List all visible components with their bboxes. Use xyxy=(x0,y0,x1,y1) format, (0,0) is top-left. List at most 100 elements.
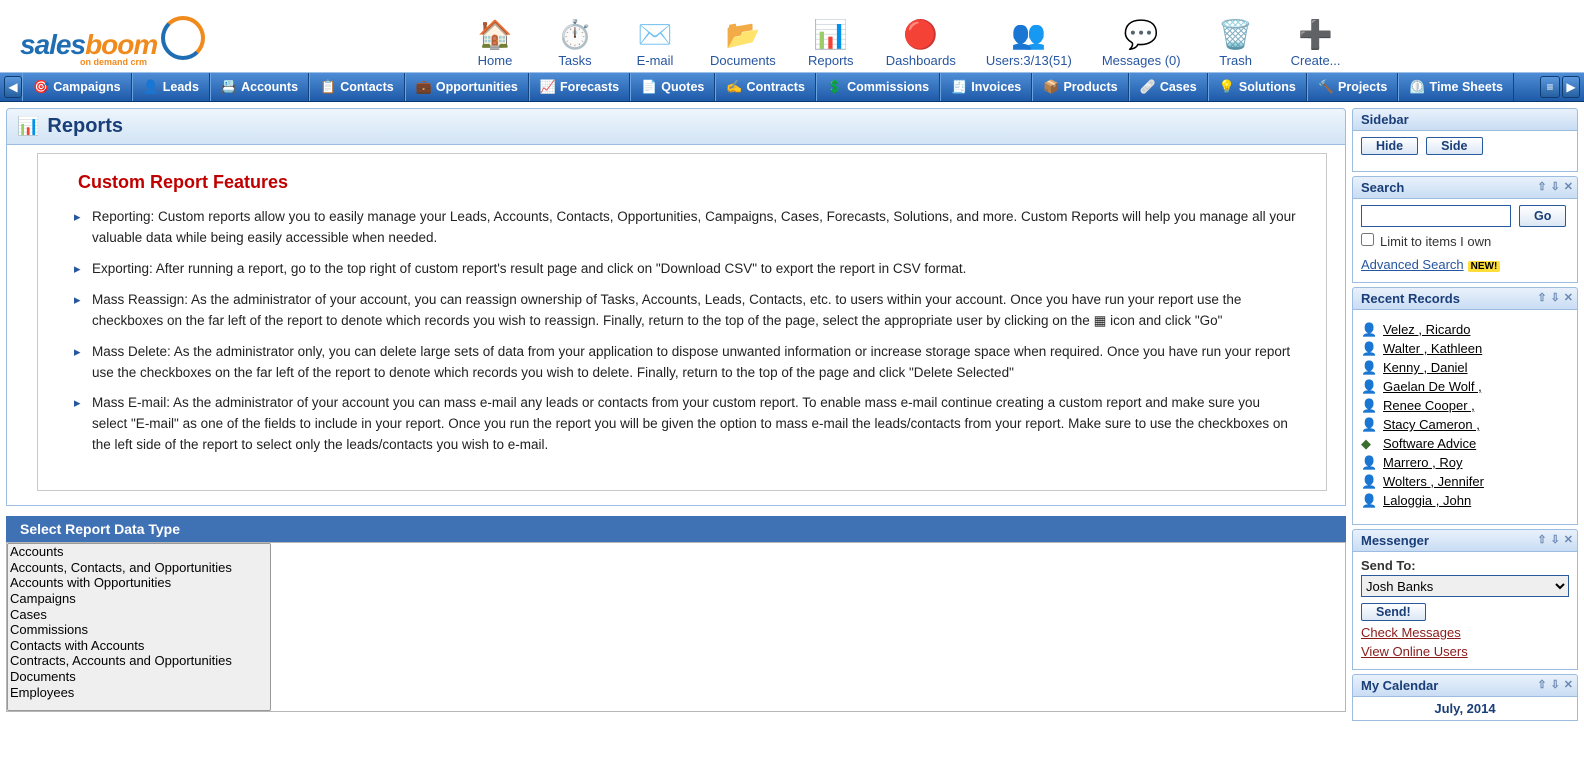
nav-solutions[interactable]: 💡 Solutions xyxy=(1208,73,1307,101)
nav-opportunities[interactable]: 💼Opportunities xyxy=(405,73,529,101)
top-icon-glyph: 🔴 xyxy=(886,19,956,51)
data-type-option[interactable]: Contracts, Accounts and Opportunities xyxy=(8,653,270,669)
nav-label: Solutions xyxy=(1239,80,1296,94)
widget-up-icon[interactable]: ⇧ xyxy=(1537,180,1546,193)
recent-record-link[interactable]: Wolters , Jennifer xyxy=(1383,474,1484,489)
top-icon-glyph: 📂 xyxy=(710,19,776,51)
nav-campaigns[interactable]: 🎯Campaigns xyxy=(22,73,132,101)
advanced-search-link[interactable]: Advanced Search xyxy=(1361,257,1464,272)
feature-item: Mass Delete: As the administrator only, … xyxy=(78,342,1298,384)
send-to-label: Send To: xyxy=(1361,558,1569,573)
nav-invoices[interactable]: 🧾Invoices xyxy=(940,73,1032,101)
top-icon-documents[interactable]: 📂Documents xyxy=(710,19,776,68)
recent-record-link[interactable]: Stacy Cameron , xyxy=(1383,417,1480,432)
nav-icon: 📇 xyxy=(221,79,237,95)
widget-pin-icon[interactable]: ⇩ xyxy=(1551,180,1560,193)
nav-scroll-right[interactable]: ▶ xyxy=(1562,76,1580,98)
nav-icon: 🎯 xyxy=(33,79,49,95)
data-type-option[interactable]: Accounts xyxy=(8,544,270,560)
top-icon-create-[interactable]: ➕Create... xyxy=(1291,19,1341,68)
top-icon-messages-0-[interactable]: 💬Messages (0) xyxy=(1102,19,1181,68)
nav-commissions[interactable]: 💲Commissions xyxy=(816,73,940,101)
recent-record-link[interactable]: Software Advice xyxy=(1383,436,1476,451)
top-icon-glyph: 🗑️ xyxy=(1211,19,1261,51)
widget-up-icon[interactable]: ⇧ xyxy=(1537,291,1546,304)
top-icon-dashboards[interactable]: 🔴Dashboards xyxy=(886,19,956,68)
top-icon-reports[interactable]: 📊Reports xyxy=(806,19,856,68)
data-type-option[interactable]: Employees xyxy=(8,685,270,701)
data-type-select[interactable]: AccountsAccounts, Contacts, and Opportun… xyxy=(7,543,271,711)
data-type-option[interactable]: Documents xyxy=(8,669,270,685)
recent-record-item: Walter , Kathleen xyxy=(1383,339,1569,358)
nav-icon: 🧾 xyxy=(951,79,967,95)
nav-projects[interactable]: 🔨Projects xyxy=(1307,73,1399,101)
nav-contacts[interactable]: 📋Contacts xyxy=(309,73,405,101)
search-go-button[interactable]: Go xyxy=(1519,205,1566,227)
nav-icon: 💲 xyxy=(827,79,843,95)
nav-forecasts[interactable]: 📈 Forecasts xyxy=(529,73,630,101)
nav-icon: 💡 xyxy=(1219,79,1235,95)
hide-sidebar-button[interactable]: Hide xyxy=(1361,137,1418,155)
recent-record-link[interactable]: Walter , Kathleen xyxy=(1383,341,1482,356)
recent-record-link[interactable]: Kenny , Daniel xyxy=(1383,360,1468,375)
nav-scroll-left[interactable]: ◀ xyxy=(4,76,22,98)
select-data-type-header: Select Report Data Type xyxy=(6,516,1346,542)
nav-time-sheets[interactable]: ⏲️Time Sheets xyxy=(1398,73,1514,101)
widget-close-icon[interactable]: ✕ xyxy=(1564,291,1573,304)
nav-icon: 💼 xyxy=(416,79,432,95)
top-icon-label: Create... xyxy=(1291,53,1341,68)
nav-quotes[interactable]: 📄Quotes xyxy=(630,73,715,101)
top-icon-label: Trash xyxy=(1211,53,1261,68)
nav-menu-icon[interactable]: ≡ xyxy=(1540,76,1560,98)
side-button[interactable]: Side xyxy=(1426,137,1482,155)
top-icon-label: Users:3/13(51) xyxy=(986,53,1072,68)
data-type-option[interactable]: Cases xyxy=(8,607,270,623)
nav-products[interactable]: 📦Products xyxy=(1032,73,1128,101)
search-input[interactable] xyxy=(1361,205,1511,227)
reports-icon: 📊 xyxy=(17,116,39,137)
top-icon-e-mail[interactable]: ✉️E-mail xyxy=(630,19,680,68)
widget-close-icon[interactable]: ✕ xyxy=(1564,533,1573,546)
top-icon-users-3-13-51-[interactable]: 👥Users:3/13(51) xyxy=(986,19,1072,68)
recent-record-link[interactable]: Marrero , Roy xyxy=(1383,455,1462,470)
top-icon-tasks[interactable]: ⏱️Tasks xyxy=(550,19,600,68)
nav-label: Forecasts xyxy=(560,80,619,94)
data-type-option[interactable]: Commissions xyxy=(8,622,270,638)
nav-icon: 🔨 xyxy=(1318,79,1334,95)
send-button[interactable]: Send! xyxy=(1361,603,1426,621)
top-icon-trash[interactable]: 🗑️ Trash xyxy=(1211,19,1261,68)
nav-icon: 🩹 xyxy=(1140,79,1156,95)
widget-pin-icon[interactable]: ⇩ xyxy=(1551,678,1560,691)
top-icon-label: Tasks xyxy=(550,53,600,68)
widget-up-icon[interactable]: ⇧ xyxy=(1537,533,1546,546)
logo[interactable]: salesboom on demand crm xyxy=(20,8,210,68)
top-icon-label: Messages (0) xyxy=(1102,53,1181,68)
limit-items-checkbox[interactable] xyxy=(1361,233,1374,246)
recent-record-link[interactable]: Renee Cooper , xyxy=(1383,398,1475,413)
data-type-option[interactable]: Campaigns xyxy=(8,591,270,607)
widget-close-icon[interactable]: ✕ xyxy=(1564,180,1573,193)
view-online-users-link[interactable]: View Online Users xyxy=(1361,644,1569,659)
recent-record-link[interactable]: Laloggia , John xyxy=(1383,493,1471,508)
nav-accounts[interactable]: 📇Accounts xyxy=(210,73,309,101)
send-to-select[interactable]: Josh Banks xyxy=(1361,575,1569,597)
nav-contracts[interactable]: ✍️Contracts xyxy=(715,73,816,101)
data-type-option[interactable]: Accounts, Contacts, and Opportunities xyxy=(8,560,270,576)
top-icon-home[interactable]: 🏠Home xyxy=(470,19,520,68)
recent-record-item: Gaelan De Wolf , xyxy=(1383,377,1569,396)
main-navbar: ◀ 🎯Campaigns👤Leads📇Accounts📋Contacts💼Opp… xyxy=(0,72,1584,102)
top-icon-glyph: 📊 xyxy=(806,19,856,51)
nav-icon: 📈 xyxy=(540,79,556,95)
recent-record-link[interactable]: Velez , Ricardo xyxy=(1383,322,1470,337)
recent-record-link[interactable]: Gaelan De Wolf , xyxy=(1383,379,1482,394)
widget-pin-icon[interactable]: ⇩ xyxy=(1551,291,1560,304)
widget-pin-icon[interactable]: ⇩ xyxy=(1551,533,1560,546)
widget-close-icon[interactable]: ✕ xyxy=(1564,678,1573,691)
widget-up-icon[interactable]: ⇧ xyxy=(1537,678,1546,691)
nav-leads[interactable]: 👤Leads xyxy=(132,73,210,101)
data-type-option[interactable]: Accounts with Opportunities xyxy=(8,575,270,591)
data-type-option[interactable]: Contacts with Accounts xyxy=(8,638,270,654)
sidebar-header: Sidebar xyxy=(1352,108,1578,131)
nav-cases[interactable]: 🩹Cases xyxy=(1129,73,1208,101)
check-messages-link[interactable]: Check Messages xyxy=(1361,625,1569,640)
